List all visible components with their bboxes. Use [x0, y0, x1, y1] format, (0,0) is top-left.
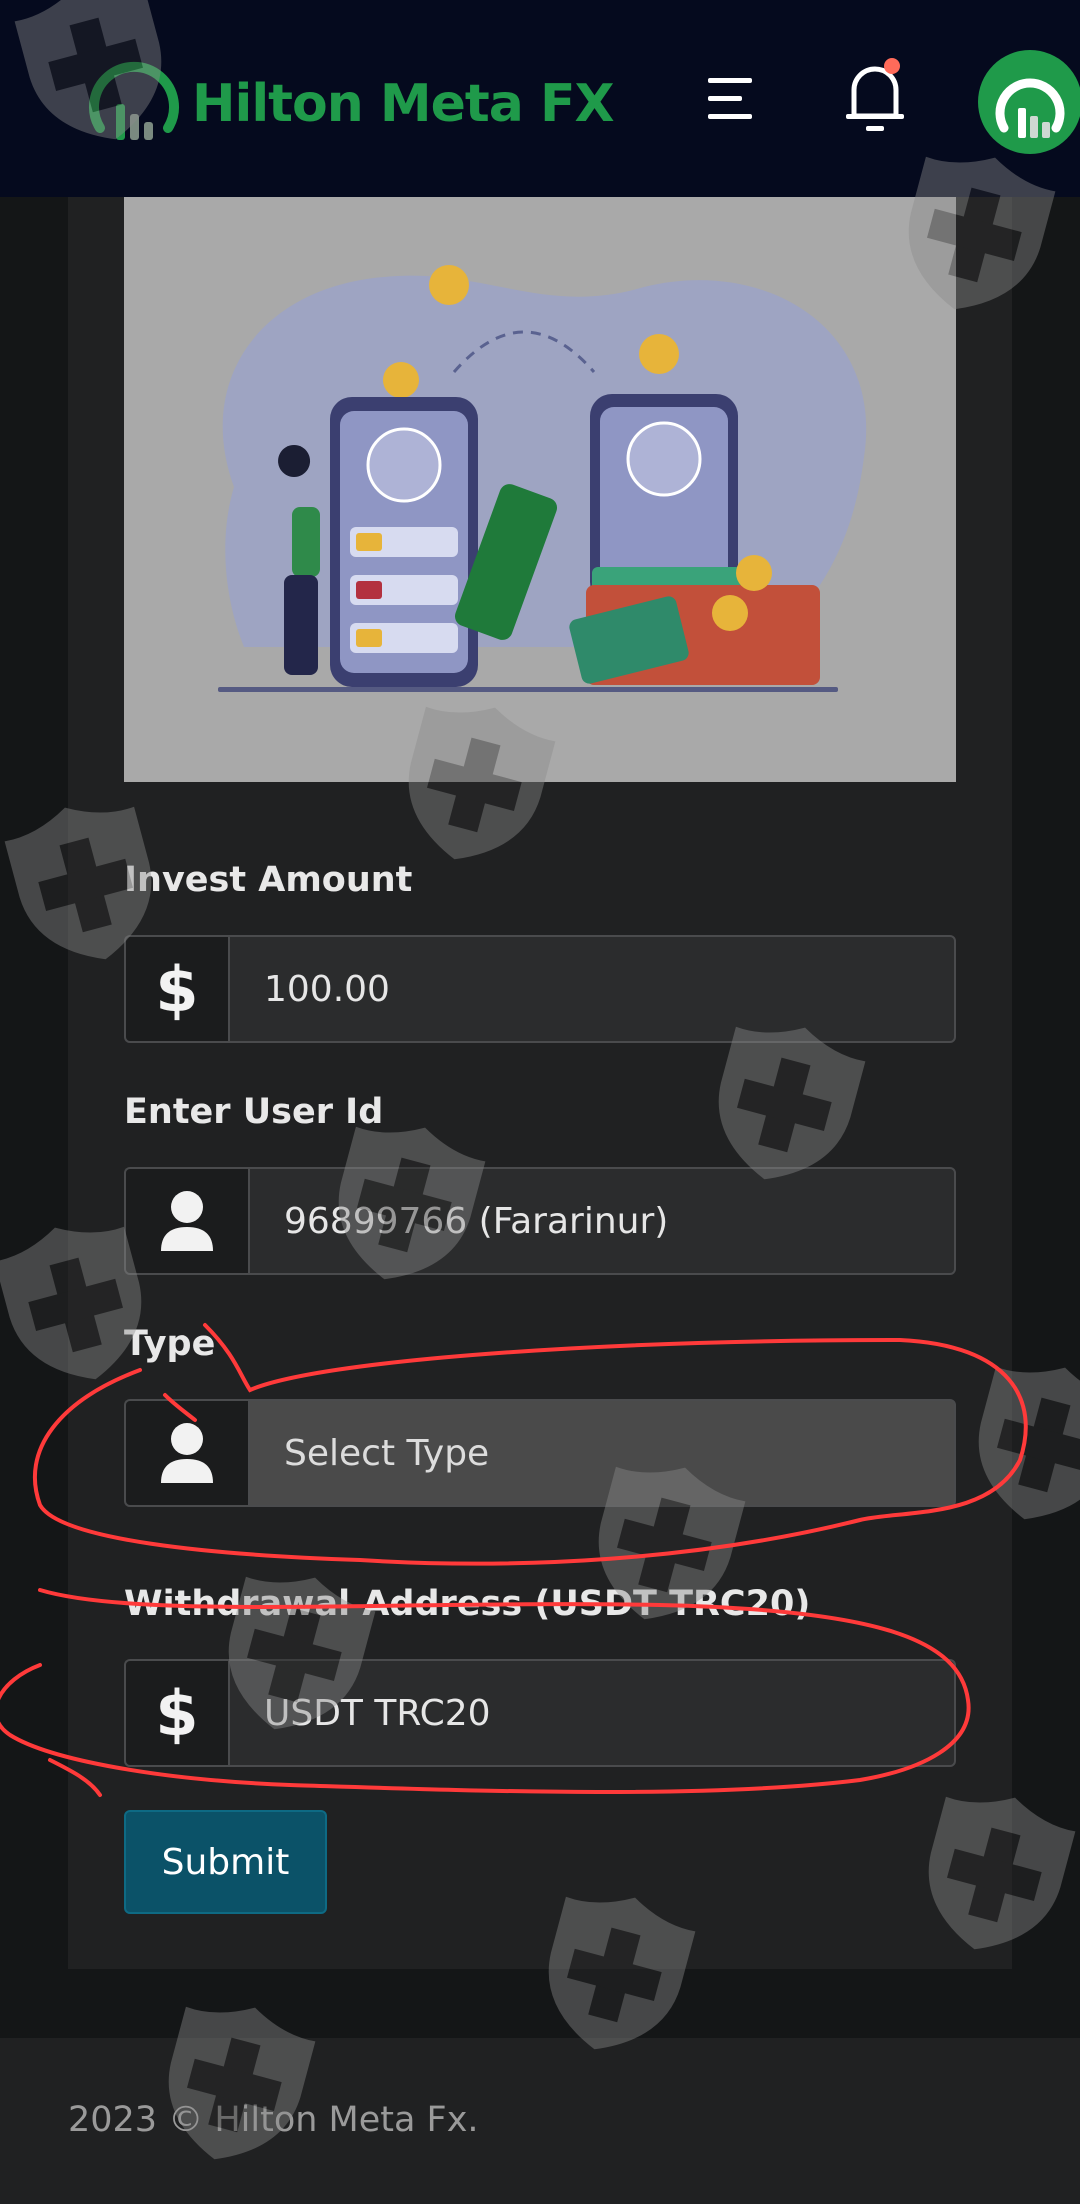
invest-amount-label: Invest Amount [124, 860, 413, 900]
user-icon [124, 1167, 248, 1275]
invest-amount-group: $ 100.00 [124, 935, 956, 1043]
brand-logo-icon [89, 62, 179, 140]
user-id-group: 96899766 (Fararinur) [124, 1167, 956, 1275]
type-group: Select Type [124, 1399, 956, 1507]
brand[interactable]: Hilton Meta FX [86, 58, 615, 150]
copyright-text: 2023 © Hilton Meta Fx. [68, 2100, 479, 2140]
type-select[interactable]: Select Type [248, 1399, 956, 1507]
brand-name: Hilton Meta FX [192, 74, 615, 134]
type-label: Type [124, 1324, 216, 1364]
withdrawal-address-group: $ USDT TRC20 [124, 1659, 956, 1767]
notification-dot [884, 58, 900, 74]
avatar-icon[interactable] [978, 50, 1080, 154]
top-navbar: Hilton Meta FX [0, 0, 1080, 197]
hero-illustration [124, 197, 956, 782]
withdrawal-address-input[interactable]: USDT TRC20 [228, 1659, 956, 1767]
user-icon [124, 1399, 248, 1507]
dollar-icon: $ [124, 1659, 228, 1767]
user-id-label: Enter User Id [124, 1092, 384, 1132]
dollar-icon: $ [124, 935, 228, 1043]
hamburger-menu-icon[interactable] [700, 72, 760, 126]
bell-icon[interactable] [840, 52, 910, 138]
user-id-input[interactable]: 96899766 (Fararinur) [248, 1167, 956, 1275]
withdrawal-address-label: Withdrawal Address (USDT TRC20) [124, 1584, 811, 1624]
submit-button[interactable]: Submit [124, 1810, 327, 1914]
invest-amount-input[interactable]: 100.00 [228, 935, 956, 1043]
mobile-money-transfer-illustration [218, 265, 867, 692]
